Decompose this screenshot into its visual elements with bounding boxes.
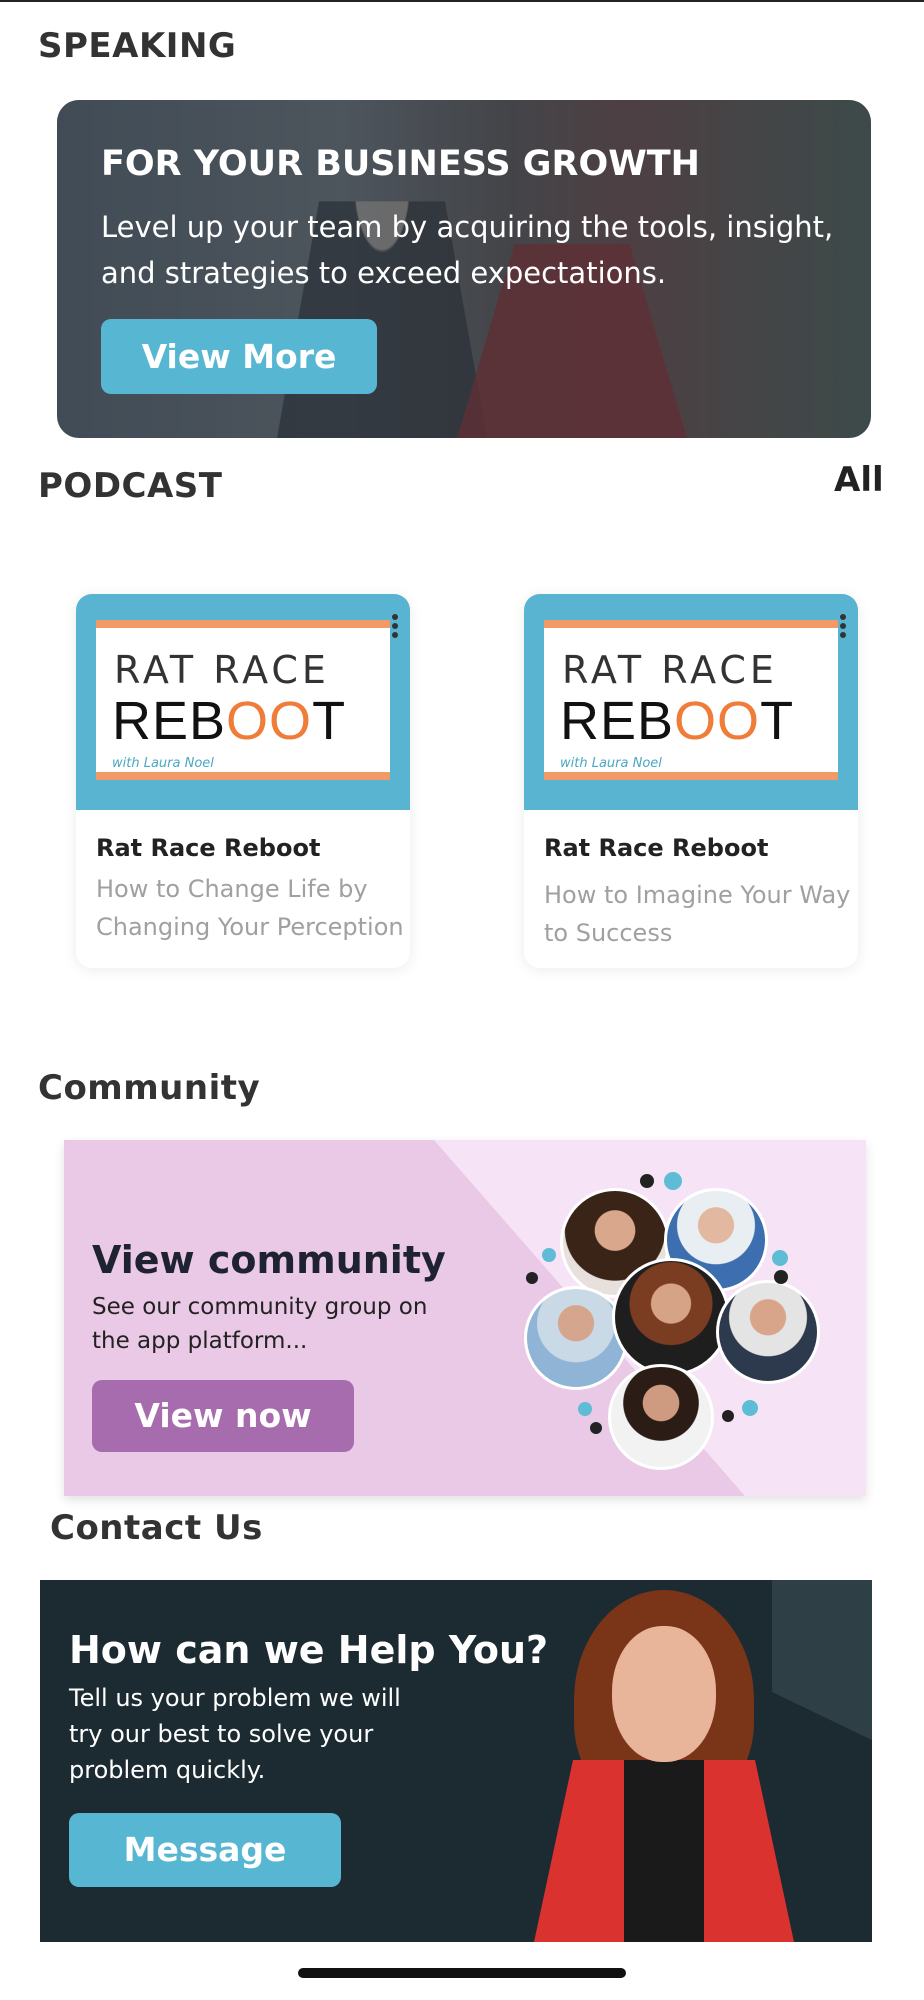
podcast-logo-line2: REBOOT <box>112 691 347 751</box>
community-banner[interactable]: View community See our community group o… <box>64 1140 866 1496</box>
home-indicator[interactable] <box>298 1968 626 1978</box>
more-options-icon[interactable] <box>840 614 846 641</box>
avatar <box>612 1258 730 1376</box>
podcast-title: Rat Race Reboot <box>544 834 769 862</box>
podcast-logo: RAT RACE REBOOT with Laura Noel <box>96 620 390 780</box>
podcast-cover: RAT RACE REBOOT with Laura Noel <box>76 594 410 810</box>
podcast-logo-line2: REBOOT <box>560 691 795 751</box>
podcast-episode-title: How to Imagine Your Way to Success <box>544 881 851 947</box>
view-now-button[interactable]: View now <box>92 1380 354 1452</box>
podcast-title: Rat Race Reboot <box>96 834 321 862</box>
podcast-logo-signature: with Laura Noel <box>560 756 662 771</box>
speaking-heading: FOR YOUR BUSINESS GROWTH <box>101 144 700 184</box>
community-description: See our community group on the app platf… <box>92 1294 428 1354</box>
decorative-dot <box>640 1174 654 1188</box>
decorative-dot <box>742 1400 758 1416</box>
top-divider <box>0 0 924 2</box>
podcast-episode-title: How to Change Life by Changing Your Perc… <box>96 875 404 941</box>
decorative-dot <box>590 1422 602 1434</box>
decorative-dot <box>664 1172 682 1190</box>
podcast-logo: RAT RACE REBOOT with Laura Noel <box>544 620 838 780</box>
community-section-title: Community <box>38 1068 261 1108</box>
podcast-card[interactable]: RAT RACE REBOOT with Laura Noel Rat Race… <box>524 594 858 968</box>
decorative-dot <box>722 1410 734 1422</box>
view-more-button[interactable]: View More <box>101 319 377 394</box>
podcast-cover: RAT RACE REBOOT with Laura Noel <box>524 594 858 810</box>
podcast-section-title: PODCAST <box>38 466 223 506</box>
contact-heading: How can we Help You? <box>69 1628 549 1672</box>
contact-banner[interactable]: How can we Help You? Tell us your proble… <box>40 1580 872 1942</box>
podcast-card[interactable]: RAT RACE REBOOT with Laura Noel Rat Race… <box>76 594 410 968</box>
speaking-section-title: SPEAKING <box>38 26 237 66</box>
avatar <box>524 1286 628 1390</box>
contact-photo <box>534 1590 794 1942</box>
decorative-dot <box>772 1250 788 1266</box>
contact-section-title: Contact Us <box>50 1508 263 1548</box>
community-heading: View community <box>92 1238 446 1282</box>
podcast-all-link[interactable]: All <box>834 460 884 500</box>
decorative-dot <box>542 1248 556 1262</box>
speaking-description: Level up your team by acquiring the tool… <box>101 210 834 290</box>
podcast-logo-line1: RAT RACE <box>562 648 778 692</box>
podcast-logo-line1: RAT RACE <box>114 648 330 692</box>
avatar <box>608 1364 714 1470</box>
decorative-dot <box>578 1402 592 1416</box>
podcast-logo-signature: with Laura Noel <box>112 756 214 771</box>
more-options-icon[interactable] <box>392 614 398 641</box>
decorative-dot <box>774 1270 788 1284</box>
contact-description: Tell us your problem we will try our bes… <box>69 1684 401 1784</box>
avatar <box>716 1280 820 1384</box>
decorative-dot <box>526 1272 538 1284</box>
message-button[interactable]: Message <box>69 1813 341 1887</box>
speaking-banner[interactable]: FOR YOUR BUSINESS GROWTH Level up your t… <box>57 100 871 438</box>
